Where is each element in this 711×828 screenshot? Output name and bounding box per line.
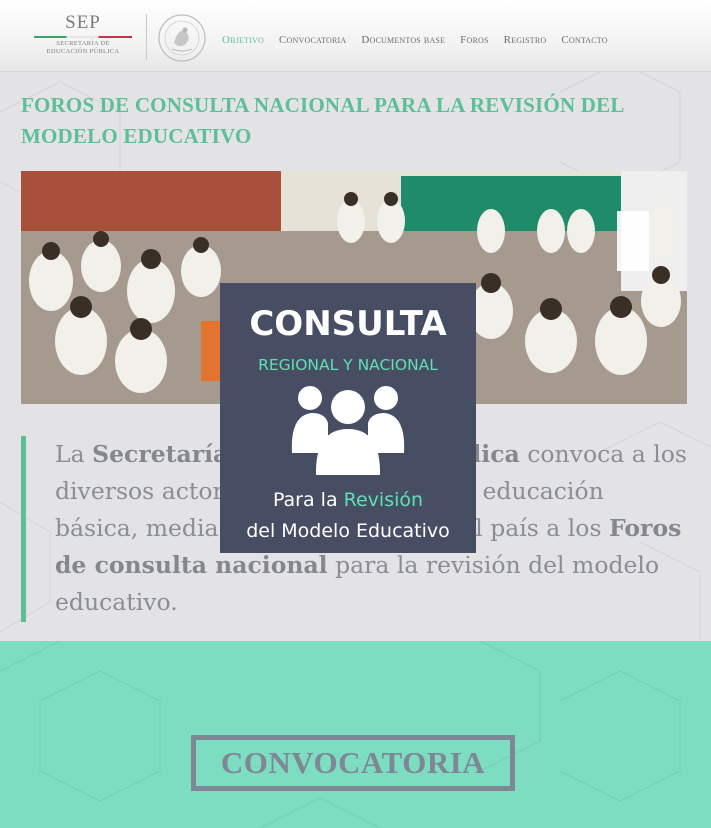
national-seal-icon [158,14,206,62]
nav-foros[interactable]: Foros [460,34,488,46]
nav-objetivo[interactable]: Objetivo [222,34,264,46]
overlay-line1: CONSULTA [249,304,447,344]
consulta-overlay[interactable]: CONSULTA REGIONAL Y NACIONAL Para la Rev… [220,283,476,553]
page-title: FOROS DE CONSULTA NACIONAL PARA LA REVIS… [21,93,624,148]
site-header: SEP SECRETARÍA DE EDUCACIÓN PÚBLICA Obje… [0,0,711,72]
nav-registro[interactable]: Registro [504,34,547,46]
logo-subtitle-2: EDUCACIÓN PÚBLICA [46,48,120,55]
nav-convocatoria[interactable]: Convocatoria [279,34,346,46]
logo-name: SEP [65,12,101,33]
nav-contacto[interactable]: Contacto [561,34,607,46]
overlay-line4: del Modelo Educativo [246,520,450,542]
overlay-line3-a: Para la [273,489,344,511]
logo-subtitle-1: SECRETARÍA DE [56,40,110,47]
intro-text-1: La [55,440,93,468]
group-people-icon [291,386,405,475]
logo-divider [146,14,147,60]
logo-tricolor-rule [34,36,132,38]
overlay-line2: REGIONAL Y NACIONAL [258,356,438,374]
overlay-line3: Para la Revisión [273,489,423,511]
nav-documentos-base[interactable]: Documentos base [361,34,445,46]
consulta-overlay-graphic: CONSULTA REGIONAL Y NACIONAL Para la Rev… [246,304,450,542]
main-nav: Objetivo Convocatoria Documentos base Fo… [222,34,623,46]
overlay-line3-b: Revisión [344,489,423,511]
convocatoria-button[interactable]: CONVOCATORIA [191,735,515,791]
sep-logo[interactable]: SEP SECRETARÍA DE EDUCACIÓN PÚBLICA [28,12,138,62]
